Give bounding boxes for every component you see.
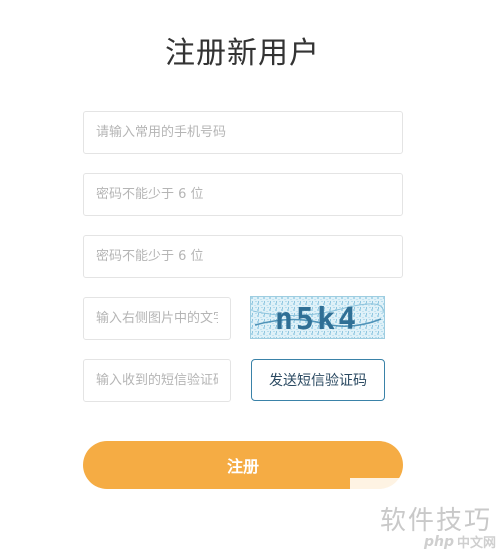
captcha-text: n5k4 xyxy=(275,302,359,337)
watermark-logo: php 中文网 xyxy=(423,532,496,552)
watermark-logo-site: 中文网 xyxy=(456,536,496,551)
sms-code-input[interactable] xyxy=(83,359,231,402)
password-input[interactable] xyxy=(83,173,403,216)
captcha-image[interactable]: n5k4 xyxy=(250,296,385,339)
image-code-input[interactable] xyxy=(83,297,231,340)
send-sms-code-button[interactable]: 发送短信验证码 xyxy=(251,359,385,401)
password-confirm-input[interactable] xyxy=(83,235,403,278)
phone-input[interactable] xyxy=(83,111,403,154)
watermark-logo-php: php xyxy=(423,533,454,550)
register-page: 注册新用户 n5k4 发送短信验证码 注册 软件技巧 xyxy=(0,0,500,557)
page-title: 注册新用户 xyxy=(165,36,320,71)
watermark: 软件技巧 php 中文网 xyxy=(350,478,500,557)
